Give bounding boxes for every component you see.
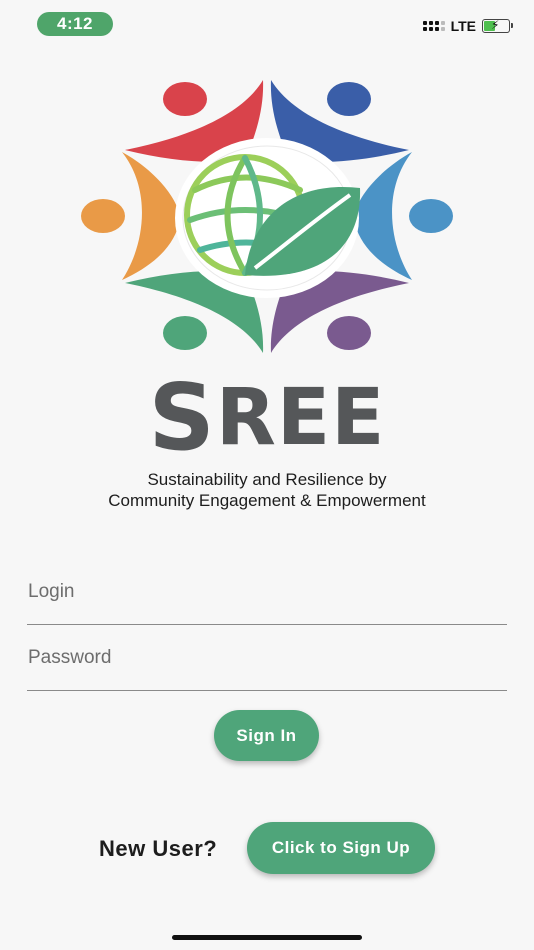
sign-in-button[interactable]: Sign In: [214, 710, 319, 761]
login-field: [27, 572, 507, 625]
logo-arm-lightblue: [354, 152, 412, 280]
logo-arm-orange: [122, 152, 180, 280]
logo-dot-purple: [327, 316, 371, 350]
logo-dot-green: [163, 316, 207, 350]
tagline-line-2: Community Engagement & Empowerment: [108, 491, 426, 510]
logo-dot-orange: [81, 199, 125, 233]
login-input[interactable]: [27, 572, 507, 612]
logo-dot-blue: [327, 82, 371, 116]
tagline-line-1: Sustainability and Resilience by: [147, 470, 387, 489]
signal-icon: [422, 21, 445, 31]
sree-logo: [81, 80, 453, 353]
home-indicator[interactable]: [172, 935, 362, 940]
app-wordmark: S REE: [0, 364, 534, 471]
password-field: [27, 638, 507, 691]
sign-up-button[interactable]: Click to Sign Up: [247, 822, 435, 874]
logo-dot-lightblue: [409, 199, 453, 233]
wordmark-rest: REE: [215, 373, 386, 463]
wordmark-initial: S: [148, 364, 216, 471]
network-label: LTE: [450, 18, 476, 34]
status-time: 4:12: [37, 12, 113, 36]
status-indicators: LTE ⚡: [422, 17, 513, 35]
battery-icon: ⚡: [482, 18, 513, 33]
new-user-prompt: New User?: [99, 836, 218, 861]
logo-dot-red: [163, 82, 207, 116]
password-input[interactable]: [27, 638, 507, 678]
